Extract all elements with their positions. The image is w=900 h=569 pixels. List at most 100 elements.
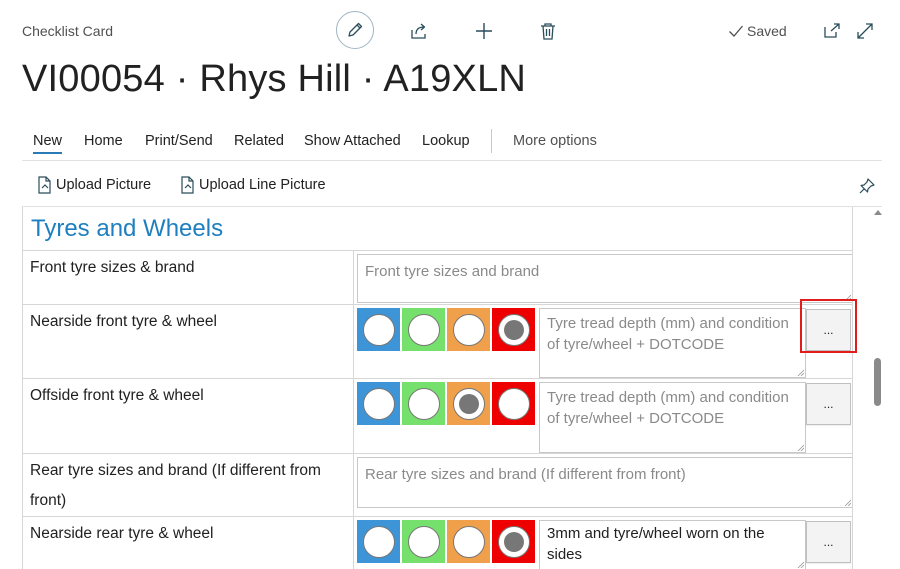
highlight-box bbox=[800, 299, 857, 353]
radio-circle-selected bbox=[497, 313, 530, 346]
radio-circle bbox=[362, 525, 395, 558]
radio-circle bbox=[407, 387, 440, 420]
status-orange-option[interactable] bbox=[447, 520, 490, 563]
input-value: 3mm and tyre/wheel worn on the sides bbox=[547, 525, 765, 563]
pin-button[interactable] bbox=[855, 174, 879, 198]
radio-dot bbox=[458, 393, 479, 414]
input-placeholder: Rear tyre sizes and brand (If different … bbox=[365, 466, 686, 483]
radio-dot bbox=[503, 319, 524, 340]
row-label: Front tyre sizes & brand bbox=[30, 259, 195, 276]
status-red-option[interactable] bbox=[492, 382, 535, 425]
pin-icon bbox=[859, 178, 875, 194]
saved-label: Saved bbox=[747, 23, 787, 39]
checklist-content: Tyres and Wheels Front tyre sizes & bran… bbox=[22, 207, 853, 569]
status-green-option[interactable] bbox=[402, 520, 445, 563]
input-placeholder: Tyre tread depth (mm) and condition of t… bbox=[547, 315, 789, 353]
menu-separator bbox=[491, 129, 492, 153]
plus-icon bbox=[476, 23, 492, 39]
status-blue-option[interactable] bbox=[357, 308, 400, 351]
open-new-window-button[interactable] bbox=[820, 19, 844, 43]
column-separator bbox=[353, 251, 354, 305]
expand-button[interactable] bbox=[853, 19, 877, 43]
status-orange-option[interactable] bbox=[447, 308, 490, 351]
resize-grip-icon bbox=[797, 444, 804, 451]
status-orange-option[interactable] bbox=[447, 382, 490, 425]
column-separator bbox=[353, 305, 354, 379]
front-tyre-sizes-input[interactable]: Front tyre sizes and brand bbox=[357, 254, 852, 303]
column-separator bbox=[353, 379, 354, 454]
menu-related[interactable]: Related bbox=[234, 133, 284, 149]
rear-tyre-sizes-input[interactable]: Rear tyre sizes and brand (If different … bbox=[357, 457, 852, 508]
divider bbox=[22, 160, 882, 161]
input-placeholder: Tyre tread depth (mm) and condition of t… bbox=[547, 389, 789, 427]
menu-lookup[interactable]: Lookup bbox=[422, 133, 470, 149]
checklist-row: Nearside front tyre & wheel Tyre tread d… bbox=[23, 304, 852, 379]
share-button[interactable] bbox=[407, 19, 431, 43]
radio-circle bbox=[362, 387, 395, 420]
status-swatches bbox=[357, 308, 537, 351]
menu-more-options[interactable]: More options bbox=[513, 133, 597, 149]
scrollbar-thumb[interactable] bbox=[874, 358, 881, 406]
checklist-row: Nearside rear tyre & wheel 3mm and tyre/… bbox=[23, 516, 852, 569]
radio-circle bbox=[407, 313, 440, 346]
checklist-row: Front tyre sizes & brand Front tyre size… bbox=[23, 250, 852, 305]
delete-button[interactable] bbox=[536, 19, 560, 43]
more-details-button[interactable]: ... bbox=[806, 383, 851, 425]
status-green-option[interactable] bbox=[402, 382, 445, 425]
page-title: VI00054 · Rhys Hill · A19XLN bbox=[22, 58, 527, 100]
column-separator bbox=[353, 517, 354, 569]
upload-line-picture-label: Upload Line Picture bbox=[199, 177, 326, 193]
page-caption: Checklist Card bbox=[22, 23, 114, 39]
edit-icon bbox=[348, 22, 363, 37]
radio-circle bbox=[452, 525, 485, 558]
radio-circle bbox=[497, 387, 530, 420]
edit-button[interactable] bbox=[336, 11, 374, 49]
status-swatches bbox=[357, 382, 537, 425]
delete-icon bbox=[541, 23, 555, 40]
radio-circle bbox=[407, 525, 440, 558]
radio-dot bbox=[503, 531, 524, 552]
radio-circle-selected bbox=[452, 387, 485, 420]
open-in-new-icon bbox=[824, 23, 840, 38]
new-record-button[interactable] bbox=[472, 19, 496, 43]
upload-picture-label: Upload Picture bbox=[56, 177, 152, 193]
row-label: Nearside rear tyre & wheel bbox=[30, 525, 214, 542]
status-blue-option[interactable] bbox=[357, 382, 400, 425]
column-separator bbox=[353, 454, 354, 517]
radio-circle bbox=[362, 313, 395, 346]
radio-circle bbox=[452, 313, 485, 346]
offside-front-condition-input[interactable]: Tyre tread depth (mm) and condition of t… bbox=[539, 382, 806, 453]
upload-file-icon bbox=[181, 176, 194, 194]
input-placeholder: Front tyre sizes and brand bbox=[365, 263, 540, 280]
more-details-button[interactable]: ... bbox=[806, 521, 851, 563]
menu-new[interactable]: New bbox=[33, 133, 63, 154]
menu-print-send[interactable]: Print/Send bbox=[145, 133, 213, 149]
share-icon bbox=[411, 23, 426, 39]
check-icon bbox=[729, 25, 743, 37]
upload-line-picture-button[interactable]: Upload Line Picture bbox=[179, 176, 326, 194]
status-red-option[interactable] bbox=[492, 520, 535, 563]
status-swatches bbox=[357, 520, 537, 563]
upload-picture-button[interactable]: Upload Picture bbox=[36, 176, 151, 194]
resize-grip-icon bbox=[797, 369, 804, 376]
status-red-option[interactable] bbox=[492, 308, 535, 351]
group-title: Tyres and Wheels bbox=[31, 215, 224, 242]
nearside-front-condition-input[interactable]: Tyre tread depth (mm) and condition of t… bbox=[539, 308, 806, 378]
expand-icon bbox=[857, 23, 873, 39]
saved-status: Saved bbox=[728, 23, 787, 39]
menu-show-attached[interactable]: Show Attached bbox=[304, 133, 401, 149]
resize-grip-icon bbox=[844, 499, 851, 506]
radio-circle-selected bbox=[497, 525, 530, 558]
nearside-rear-condition-input[interactable]: 3mm and tyre/wheel worn on the sides bbox=[539, 520, 806, 569]
row-label: Offside front tyre & wheel bbox=[30, 387, 204, 404]
status-blue-option[interactable] bbox=[357, 520, 400, 563]
row-label: Nearside front tyre & wheel bbox=[30, 313, 217, 330]
row-label: Rear tyre sizes and brand (If different … bbox=[30, 462, 321, 509]
checklist-row: Offside front tyre & wheel Tyre tread de… bbox=[23, 378, 852, 454]
resize-grip-icon bbox=[797, 561, 804, 568]
menu-home[interactable]: Home bbox=[84, 133, 123, 149]
checklist-row: Rear tyre sizes and brand (If different … bbox=[23, 453, 852, 517]
scroll-up-arrow-icon[interactable] bbox=[873, 208, 883, 218]
status-green-option[interactable] bbox=[402, 308, 445, 351]
upload-file-icon bbox=[38, 176, 51, 194]
